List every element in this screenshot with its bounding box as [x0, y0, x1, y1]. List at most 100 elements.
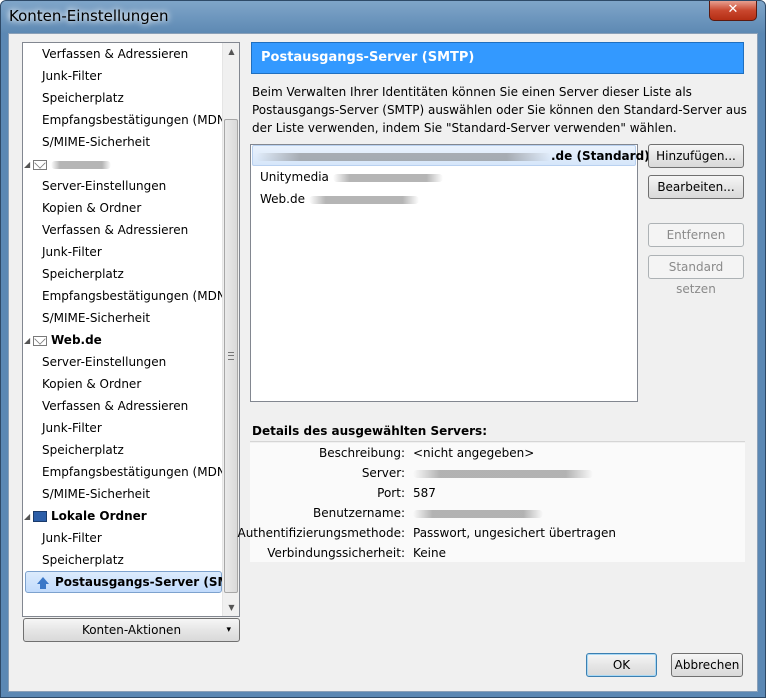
account-actions-label: Konten-Aktionen — [81, 623, 182, 637]
tree-item[interactable]: Junk-Filter — [23, 241, 102, 263]
tree-item-label: Verfassen & Adressieren — [42, 399, 189, 413]
tree-item[interactable]: Speicherplatz — [23, 439, 124, 461]
server-item-label: Unitymedia — [260, 170, 329, 184]
tree-item-label: Empfangsbestätigungen (MDN) — [42, 289, 231, 303]
tree-item[interactable]: Junk-Filter — [23, 417, 102, 439]
detail-label: Server: — [361, 466, 405, 480]
tree-account[interactable]: ◢ Lokale Ordner — [23, 505, 147, 527]
detail-row: Server: — [250, 463, 745, 483]
server-list-item[interactable]: .de (Standard) — [252, 145, 650, 166]
tree-item[interactable]: Verfassen & Adressieren — [23, 395, 188, 417]
server-item-label: Web.de — [260, 192, 305, 206]
expand-toggle-icon[interactable]: ◢ — [24, 154, 33, 176]
detail-label: Benutzername: — [312, 506, 405, 520]
tree-item-label: Empfangsbestätigungen (MDN) — [42, 465, 231, 479]
expand-toggle-icon[interactable]: ◢ — [24, 330, 33, 352]
server-list-item[interactable]: Unitymedia — [252, 167, 443, 188]
tree-item-label: Lokale Ordner — [51, 509, 147, 523]
tree-item[interactable]: Kopien & Ordner — [23, 373, 141, 395]
server-list-item[interactable]: Web.de — [252, 189, 419, 210]
envelope-icon — [33, 335, 47, 346]
detail-label: Authentifizierungsmethode: — [237, 526, 405, 540]
divider — [250, 441, 745, 442]
redacted-text — [413, 509, 543, 518]
window-title: Konten-Einstellungen — [9, 7, 169, 25]
tree-item-label: Postausgangs-Server (SMTP) — [55, 575, 240, 589]
tree-item-label: Kopien & Ordner — [42, 201, 142, 215]
tree-item[interactable]: Verfassen & Adressieren — [23, 43, 188, 65]
tree-item[interactable]: Server-Einstellungen — [23, 351, 166, 373]
tree-item-label: Speicherplatz — [42, 553, 124, 567]
tree-item-label: Server-Einstellungen — [42, 179, 167, 193]
tree-item[interactable]: Verfassen & Adressieren — [23, 219, 188, 241]
tree-item-label: Speicherplatz — [42, 91, 124, 105]
tree-item[interactable]: S/MIME-Sicherheit — [23, 307, 150, 329]
page-title: Postausgangs-Server (SMTP) — [251, 42, 744, 74]
tree-item[interactable]: Junk-Filter — [23, 527, 102, 549]
detail-value: 587 — [413, 486, 436, 500]
add-server-button[interactable]: Hinzufügen... — [648, 144, 744, 168]
close-button[interactable]: ✕ — [709, 1, 757, 21]
detail-value — [413, 463, 593, 483]
tree-item-label: Kopien & Ordner — [42, 377, 142, 391]
tree-item[interactable]: Empfangsbestätigungen (MDN) — [23, 461, 230, 483]
account-tree[interactable]: Verfassen & Adressieren Junk-Filter Speich… — [22, 42, 240, 617]
tree-item[interactable]: Kopien & Ordner — [23, 197, 141, 219]
tree-item[interactable]: Speicherplatz — [23, 549, 124, 571]
redacted-text — [308, 195, 419, 204]
tree-item[interactable]: Empfangsbestätigungen (MDN) — [23, 285, 230, 307]
redacted-text — [332, 173, 443, 182]
edit-server-button[interactable]: Bearbeiten... — [648, 175, 744, 199]
tree-item[interactable]: Speicherplatz — [23, 263, 124, 285]
tree-item-label: Verfassen & Adressieren — [42, 47, 189, 61]
tree-item-label: S/MIME-Sicherheit — [42, 311, 151, 325]
tree-item[interactable]: S/MIME-Sicherheit — [23, 483, 150, 505]
detail-label: Verbindungssicherheit: — [267, 546, 405, 560]
ok-button[interactable]: OK — [586, 653, 657, 677]
detail-row: Beschreibung: <nicht angegeben> — [250, 443, 745, 463]
set-default-button[interactable]: Standard setzen — [648, 255, 744, 296]
smtp-server-list[interactable]: .de (Standard) Unitymedia Web.de — [250, 144, 650, 402]
detail-row: Port: 587 — [250, 483, 745, 503]
scroll-down-icon[interactable]: ▼ — [223, 599, 239, 616]
expand-toggle-icon[interactable]: ◢ — [24, 506, 33, 528]
account-actions-button[interactable]: Konten-Aktionen ▾ — [23, 618, 240, 642]
cancel-button[interactable]: Abbrechen — [671, 653, 743, 677]
detail-value: Passwort, ungesichert übertragen — [413, 526, 616, 540]
tree-item-label: S/MIME-Sicherheit — [42, 487, 151, 501]
detail-row: Verbindungssicherheit: Keine — [250, 543, 745, 563]
detail-label: Port: — [377, 486, 405, 500]
tree-item-label: S/MIME-Sicherheit — [42, 135, 151, 149]
tree-item[interactable]: Speicherplatz — [23, 87, 124, 109]
account-settings-window: Konten-Einstellungen ✕ Verfassen & Adres… — [0, 0, 766, 698]
tree-item-label: Server-Einstellungen — [42, 355, 167, 369]
detail-value: <nicht angegeben> — [413, 446, 535, 460]
client-area: Verfassen & Adressieren Junk-Filter Speich… — [8, 33, 758, 692]
details-heading: Details des ausgewählten Servers: — [252, 424, 487, 438]
redacted-text — [256, 152, 551, 161]
redacted-text — [51, 160, 111, 169]
tree-account[interactable]: ◢ — [23, 153, 111, 175]
tree-item-label: Junk-Filter — [42, 421, 102, 435]
scroll-thumb[interactable] — [224, 119, 238, 593]
detail-row: Authentifizierungsmethode: Passwort, ung… — [237, 523, 745, 543]
grip-icon — [228, 352, 234, 360]
server-item-label: .de (Standard) — [551, 149, 650, 163]
tree-item[interactable]: Server-Einstellungen — [23, 175, 166, 197]
redacted-text — [413, 469, 593, 478]
envelope-icon — [33, 159, 47, 170]
tree-item[interactable]: S/MIME-Sicherheit — [23, 131, 150, 153]
scroll-up-icon[interactable]: ▲ — [223, 43, 239, 60]
tree-item[interactable]: Junk-Filter — [23, 65, 102, 87]
tree-item[interactable]: Empfangsbestätigungen (MDN) — [23, 109, 230, 131]
detail-value — [413, 503, 543, 523]
server-details: Beschreibung: <nicht angegeben> Server: … — [237, 443, 745, 563]
detail-label: Beschreibung: — [319, 446, 405, 460]
tree-item-label: Junk-Filter — [42, 69, 102, 83]
remove-server-button[interactable]: Entfernen — [648, 223, 744, 247]
tree-account[interactable]: ◢ Web.de — [23, 329, 102, 351]
tree-item-selected[interactable]: Postausgangs-Server (SMTP) — [25, 571, 239, 593]
computer-icon — [33, 511, 47, 522]
tree-item-label: Web.de — [51, 333, 102, 347]
title-bar[interactable]: Konten-Einstellungen ✕ — [1, 1, 765, 33]
